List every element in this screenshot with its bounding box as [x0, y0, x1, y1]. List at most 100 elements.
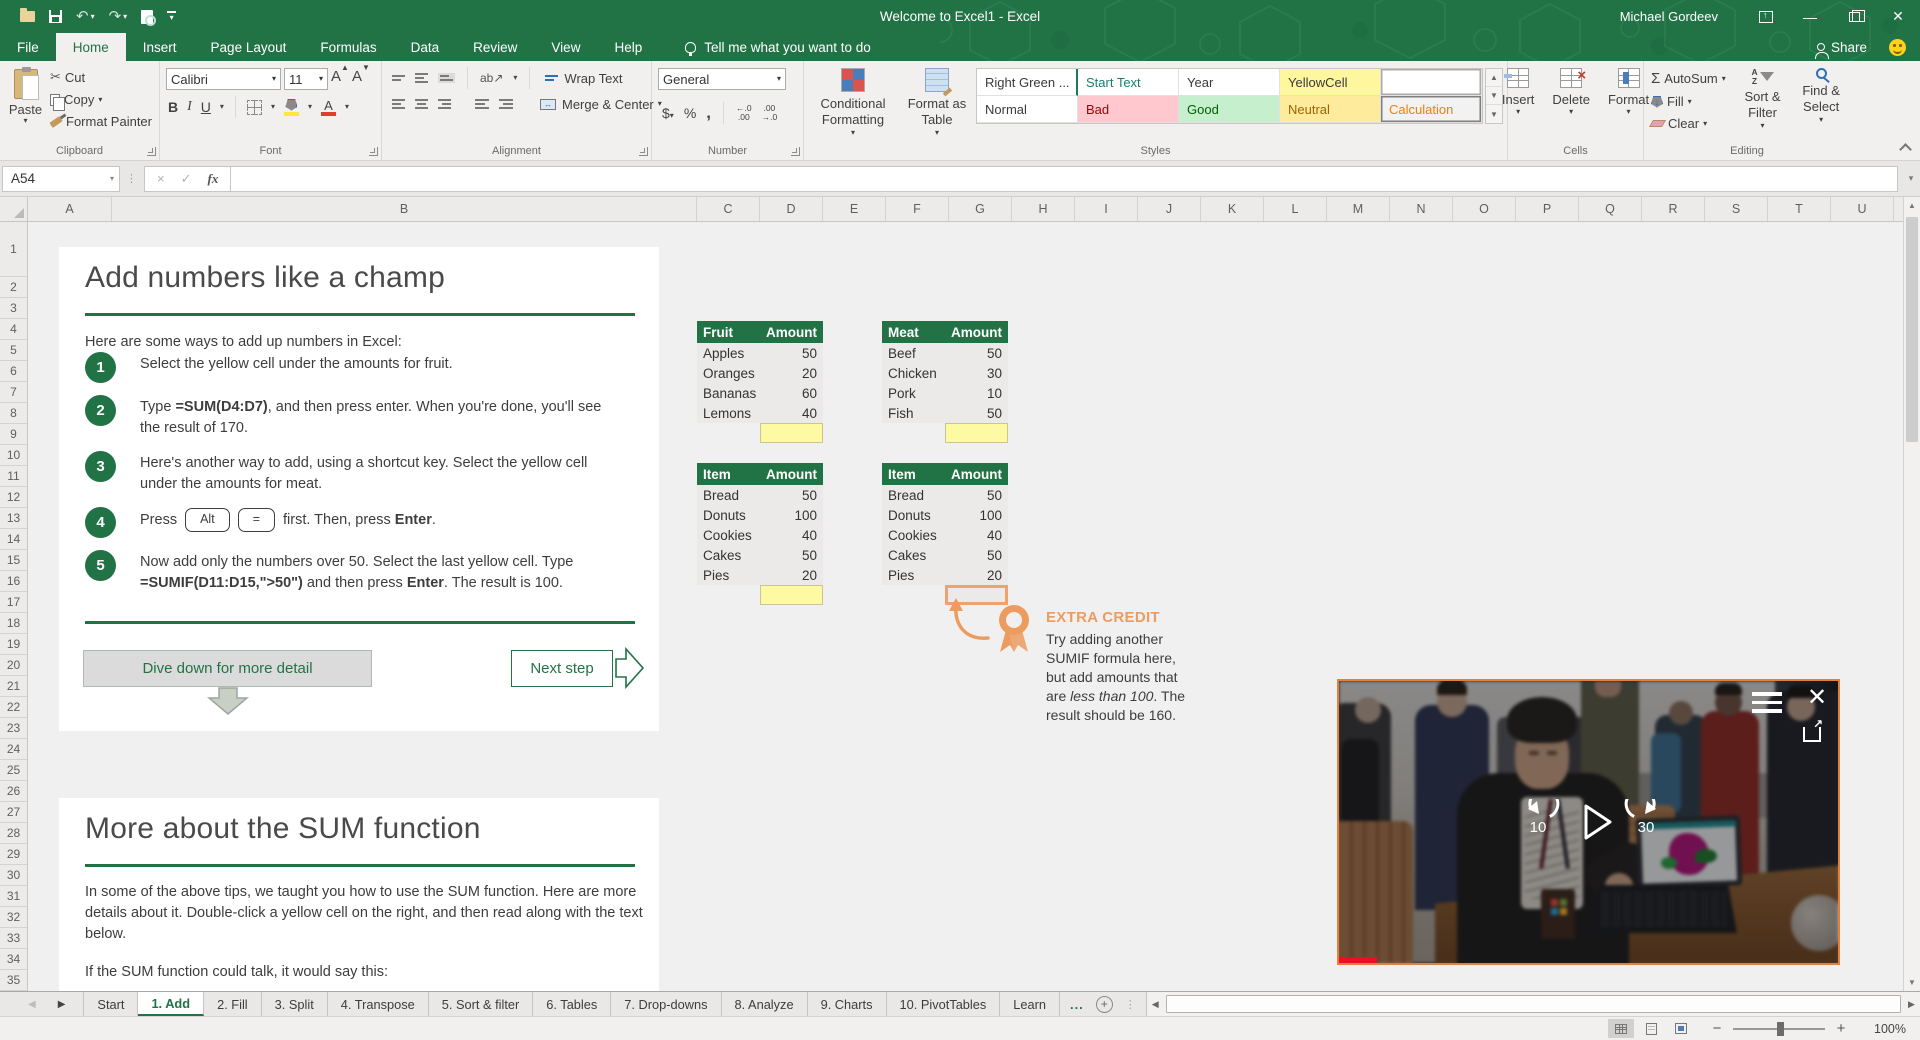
currency-format-button[interactable]: $▾ [662, 105, 674, 121]
align-right-button[interactable] [438, 99, 451, 109]
chevron-down-icon[interactable]: ▾ [345, 103, 349, 111]
ribbon-tab-help[interactable]: Help [597, 33, 659, 61]
row-header-19[interactable]: 19 [0, 634, 27, 655]
sheet-tab-3-split[interactable]: 3. Split [262, 992, 328, 1016]
row-header-34[interactable]: 34 [0, 949, 27, 970]
cell[interactable]: Cakes [697, 545, 760, 565]
cell[interactable]: Lemons [697, 403, 760, 423]
wrap-text-button[interactable]: Wrap Text [542, 69, 625, 88]
underline-button[interactable]: U [201, 99, 211, 115]
video-menu-button[interactable] [1752, 692, 1782, 713]
fill-button[interactable]: ↓ Fill ▾ [1648, 92, 1729, 111]
style-start-text[interactable]: Start Text [1078, 69, 1179, 96]
cell[interactable]: Bananas [697, 383, 762, 403]
cell[interactable]: Bread [697, 485, 760, 505]
ribbon-tab-data[interactable]: Data [394, 33, 457, 61]
row-header-8[interactable]: 8 [0, 403, 27, 424]
align-top-button[interactable] [392, 75, 405, 81]
cell[interactable]: 50 [945, 485, 1008, 505]
account-user-name[interactable]: Michael Gordeev [1620, 9, 1718, 24]
next-sheet-button[interactable]: ▶ [58, 999, 66, 1010]
row-header-22[interactable]: 22 [0, 697, 27, 718]
column-header-d[interactable]: D [760, 197, 823, 221]
sheet-tab-8-analyze[interactable]: 8. Analyze [722, 992, 808, 1016]
ribbon-tab-home[interactable]: Home [55, 33, 126, 61]
row-header-4[interactable]: 4 [0, 319, 27, 340]
ribbon-display-options-button[interactable] [1744, 0, 1788, 33]
format-as-table-button[interactable]: Format as Table ▾ [900, 65, 974, 140]
row-header-21[interactable]: 21 [0, 676, 27, 697]
vertical-scrollbar[interactable]: ▲ ▼ [1903, 197, 1920, 991]
sheet-tab-4-transpose[interactable]: 4. Transpose [328, 992, 429, 1016]
cell[interactable]: 60 [762, 383, 823, 403]
video-close-button[interactable]: ✕ [1807, 683, 1827, 712]
new-sheet-button[interactable]: + [1095, 995, 1113, 1013]
sheet-tab-2-fill[interactable]: 2. Fill [204, 992, 262, 1016]
scroll-right-arrow[interactable]: ▶ [1903, 999, 1920, 1010]
yellow-total-cell[interactable] [760, 585, 823, 605]
decrease-decimal-button[interactable]: .00 →.0 [762, 103, 778, 123]
cell[interactable]: 40 [760, 403, 823, 423]
close-button[interactable]: ✕ [1876, 0, 1920, 33]
percent-format-button[interactable]: % [684, 105, 696, 121]
decrease-indent-button[interactable] [475, 99, 489, 109]
row-header-7[interactable]: 7 [0, 382, 27, 403]
enter-button[interactable]: ✓ [181, 171, 192, 187]
borders-button[interactable] [246, 99, 262, 115]
yellow-total-cell[interactable] [760, 423, 823, 443]
minimize-button[interactable]: — [1788, 0, 1832, 33]
autosum-button[interactable]: Σ AutoSum ▾ [1648, 68, 1729, 89]
fill-color-button[interactable] [283, 98, 299, 116]
row-header-18[interactable]: 18 [0, 613, 27, 634]
row-header-15[interactable]: 15 [0, 550, 27, 571]
cell[interactable]: 10 [945, 383, 1008, 403]
align-center-button[interactable] [415, 99, 428, 109]
cell[interactable]: Pies [697, 565, 760, 585]
row-header-13[interactable]: 13 [0, 508, 27, 529]
tell-me-box[interactable]: Tell me what you want to do [685, 33, 871, 61]
header-cell[interactable]: Amount [760, 463, 823, 485]
column-header-i[interactable]: I [1075, 197, 1138, 221]
column-header-h[interactable]: H [1012, 197, 1075, 221]
header-cell[interactable]: Amount [945, 321, 1008, 343]
header-cell[interactable]: Fruit [697, 321, 760, 343]
video-progress-bar[interactable] [1339, 957, 1377, 963]
sheet-tab-1-add[interactable]: 1. Add [138, 992, 205, 1016]
format-painter-button[interactable]: Format Painter [47, 112, 155, 131]
horizontal-scrollbar[interactable]: ◀ ▶ [1145, 992, 1920, 1016]
row-header-20[interactable]: 20 [0, 655, 27, 676]
cell[interactable]: 100 [945, 505, 1008, 525]
cell[interactable]: 50 [945, 343, 1008, 363]
restore-button[interactable] [1832, 0, 1876, 33]
cell[interactable]: Pies [882, 565, 945, 585]
bold-button[interactable]: B [168, 99, 178, 115]
expand-formula-bar-button[interactable]: ▾ [1902, 173, 1920, 184]
header-cell[interactable]: Amount [945, 463, 1008, 485]
copy-button[interactable]: Copy ▾ [47, 90, 155, 111]
next-step-button[interactable]: Next step [511, 650, 613, 687]
column-header-u[interactable]: U [1831, 197, 1894, 221]
cell[interactable]: 20 [761, 363, 823, 383]
scroll-down-arrow[interactable]: ▼ [1904, 974, 1920, 991]
chevron-down-icon[interactable]: ▾ [220, 103, 224, 111]
customize-qat-button[interactable]: ▾ [167, 11, 177, 22]
row-header-25[interactable]: 25 [0, 760, 27, 781]
open-button[interactable] [20, 8, 35, 22]
page-break-view-button[interactable] [1668, 1019, 1694, 1038]
video-player[interactable]: ✕ 10 30 [1337, 679, 1840, 965]
cell[interactable]: 50 [760, 545, 823, 565]
cell[interactable]: Pork [882, 383, 945, 403]
row-header-35[interactable]: 35 [0, 970, 27, 991]
horizontal-scroll-thumb[interactable] [1165, 995, 1901, 1013]
cell[interactable]: Cookies [697, 525, 760, 545]
font-name-select[interactable]: Calibri ▾ [166, 68, 281, 90]
column-header-m[interactable]: M [1327, 197, 1390, 221]
header-cell[interactable]: Item [882, 463, 945, 485]
column-header-c[interactable]: C [697, 197, 760, 221]
prev-sheet-button[interactable]: ◀ [28, 999, 36, 1010]
ribbon-tab-page-layout[interactable]: Page Layout [194, 33, 304, 61]
video-play-button[interactable] [1577, 799, 1617, 845]
cell[interactable]: 100 [760, 505, 823, 525]
comma-format-button[interactable]: , [706, 103, 711, 123]
cell[interactable]: Oranges [697, 363, 761, 383]
